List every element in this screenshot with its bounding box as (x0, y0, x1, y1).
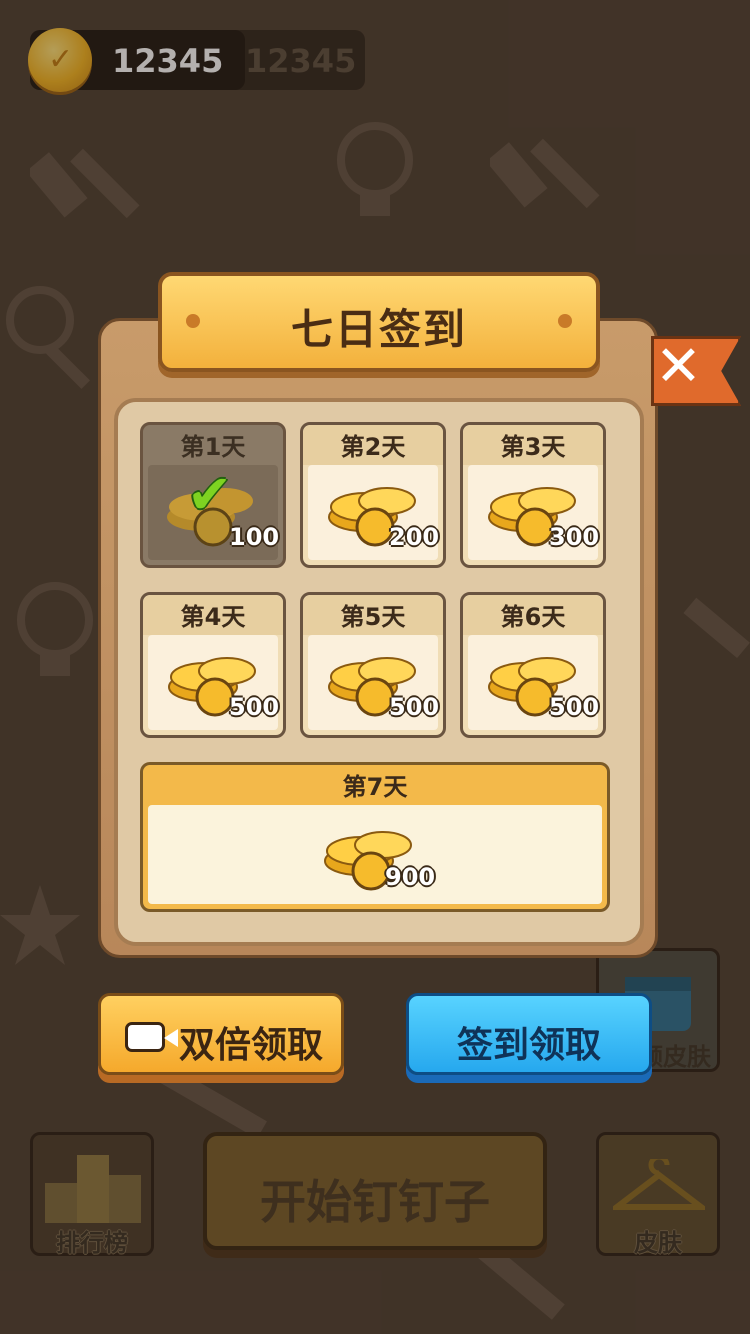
day-amount: 100 (229, 523, 280, 551)
day-amount: 500 (389, 693, 440, 721)
video-icon (125, 1022, 178, 1052)
day-card-4[interactable]: 第4天 500 (140, 592, 286, 738)
day-amount: 200 (389, 523, 440, 551)
day-amount: 500 (549, 693, 600, 721)
sign-claim-button[interactable]: 签到领取 (406, 993, 652, 1075)
day-card-7[interactable]: 第7天 900 (140, 762, 610, 912)
sign-claim-label: 签到领取 (456, 1025, 601, 1066)
day-card-3[interactable]: 第3天 300 (460, 422, 606, 568)
day-card-5[interactable]: 第5天 500 (300, 592, 446, 738)
day-label: 第4天 (143, 595, 283, 635)
day-label: 第1天 (143, 425, 283, 465)
dialog-title: 七日签到 (290, 305, 467, 354)
day-card-1[interactable]: 第1天 ✔ 100 (140, 422, 286, 568)
day-card-6[interactable]: 第6天 500 (460, 592, 606, 738)
day-amount: 500 (229, 693, 280, 721)
day-card-2[interactable]: 第2天 200 (300, 422, 446, 568)
checkmark-icon: ✔ (187, 463, 233, 526)
day-label: 第2天 (303, 425, 443, 465)
day-label: 第6天 (463, 595, 603, 635)
day-label: 第3天 (463, 425, 603, 465)
dialog-title-plank: 七日签到 (158, 272, 600, 372)
day-label: 第5天 (303, 595, 443, 635)
double-claim-label: 双倍领取 (179, 1025, 324, 1066)
day-amount: 300 (549, 523, 600, 551)
day-amount: 900 (385, 863, 436, 891)
close-x-icon[interactable]: ✕ (655, 335, 702, 399)
double-claim-button[interactable]: 双倍领取 (98, 993, 344, 1075)
day-label: 第7天 (143, 765, 607, 805)
